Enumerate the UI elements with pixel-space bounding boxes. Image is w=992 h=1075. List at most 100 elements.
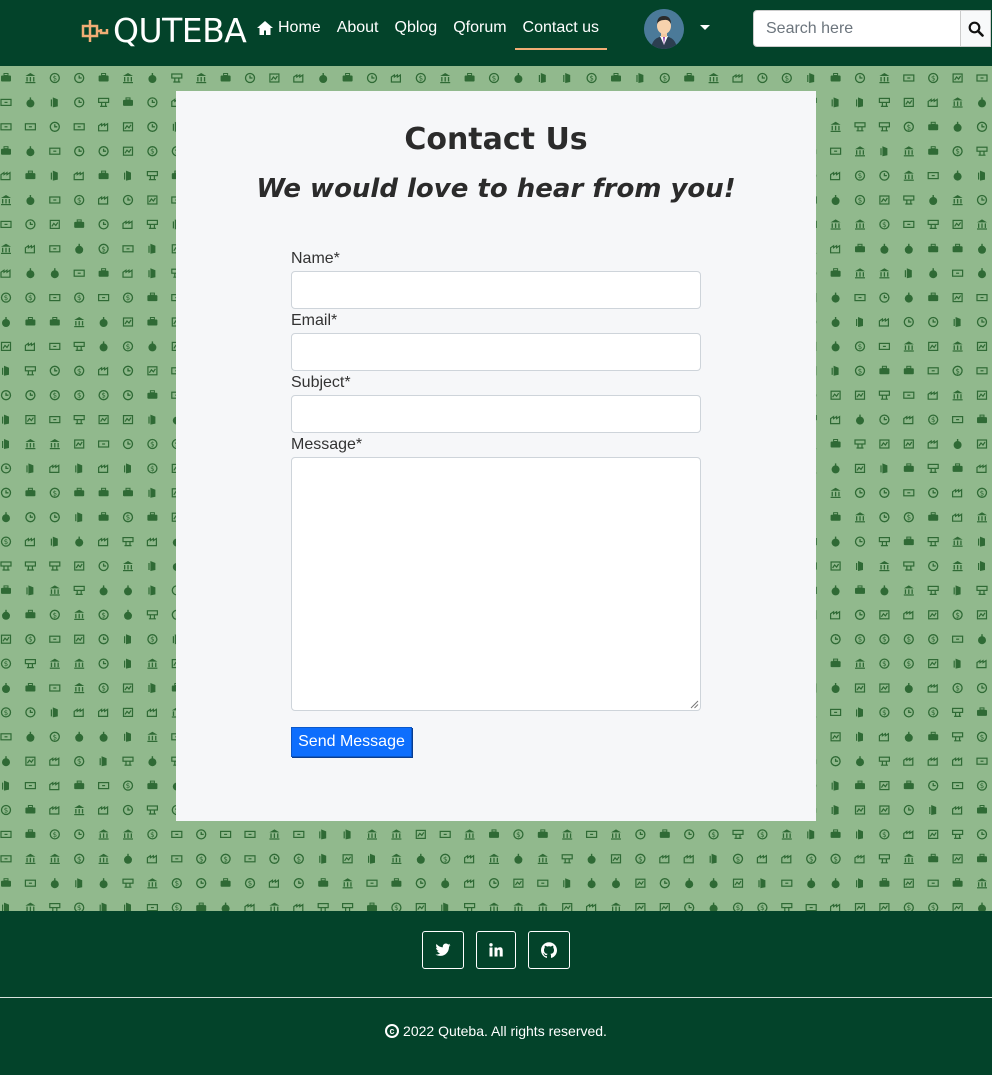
linkedin-link[interactable] [476, 931, 516, 969]
pattern-icon [74, 634, 85, 644]
pattern-icon [732, 829, 744, 840]
pattern-icon [319, 853, 327, 864]
pattern-icon [879, 805, 890, 815]
brand-logo[interactable]: QUTEBA [81, 11, 247, 50]
pattern-icon [878, 878, 890, 888]
pattern-icon [831, 97, 839, 108]
pattern-icon [856, 414, 864, 425]
message-field[interactable] [291, 457, 701, 711]
pattern-icon [561, 854, 573, 864]
pattern-icon [758, 878, 766, 889]
pattern-icon [171, 902, 182, 911]
pattern-icon [854, 902, 866, 911]
pattern-icon [440, 853, 451, 864]
pattern-icon [122, 512, 134, 523]
pattern-icon [146, 537, 157, 547]
pattern-icon [26, 731, 35, 742]
pattern-icon [0, 855, 12, 863]
pattern-icon [831, 341, 840, 352]
pattern-icon [147, 829, 158, 840]
search-input[interactable] [753, 10, 961, 47]
pattern-icon [513, 902, 524, 911]
pattern-icon [99, 585, 108, 596]
pattern-icon [854, 683, 866, 693]
pattern-icon [513, 829, 524, 840]
pattern-icon [25, 853, 36, 864]
search-bar [753, 10, 991, 47]
pattern-icon [74, 72, 85, 84]
pattern-icon [879, 902, 890, 911]
pattern-icon [366, 72, 378, 84]
search-button[interactable] [961, 10, 991, 47]
pattern-icon [98, 219, 109, 230]
pattern-icon [0, 487, 12, 498]
pattern-icon [98, 73, 110, 82]
chevron-down-icon[interactable] [700, 25, 710, 30]
page-title: Contact Us [404, 122, 588, 157]
pattern-icon [0, 634, 12, 644]
pattern-icon [978, 902, 986, 911]
pattern-icon [74, 365, 85, 376]
pattern-icon [830, 487, 841, 498]
nav-item-contact[interactable]: Contact us [514, 0, 608, 50]
pattern-icon [855, 658, 865, 669]
pattern-icon [122, 317, 134, 327]
pattern-icon [880, 585, 889, 596]
pattern-icon [904, 683, 913, 693]
github-link[interactable] [528, 931, 570, 969]
pattern-icon [903, 316, 914, 328]
pattern-icon [0, 658, 12, 669]
pattern-icon [879, 683, 890, 693]
pattern-icon [903, 416, 914, 425]
pattern-icon [878, 756, 891, 766]
pattern-icon [854, 463, 866, 473]
twitter-link[interactable] [422, 931, 464, 969]
pattern-icon [903, 878, 914, 888]
pattern-icon [49, 684, 61, 692]
pattern-icon [196, 829, 207, 840]
pattern-icon [0, 585, 12, 595]
pattern-icon [148, 756, 157, 767]
pattern-icon [293, 74, 304, 83]
pattern-icon [146, 219, 158, 229]
pattern-icon [952, 463, 964, 473]
user-avatar[interactable] [644, 9, 684, 49]
nav-item-about[interactable]: About [337, 0, 379, 50]
pattern-icon [24, 879, 37, 887]
pattern-icon [124, 585, 132, 596]
nav-item-qforum[interactable]: Qforum [453, 0, 506, 50]
pattern-icon [903, 804, 914, 816]
pattern-icon [49, 219, 60, 229]
send-message-button[interactable]: Send Message [291, 727, 412, 757]
pattern-icon [171, 855, 183, 863]
pattern-icon [856, 317, 863, 327]
pattern-icon [829, 416, 841, 425]
nav-item-qblog[interactable]: Qblog [395, 0, 438, 50]
pattern-icon [74, 561, 85, 571]
pattern-icon [49, 317, 61, 326]
nav-item-home[interactable]: Home [256, 0, 321, 50]
email-field[interactable] [291, 333, 701, 371]
pattern-icon [171, 73, 183, 83]
resize-handle-icon[interactable] [690, 700, 699, 709]
pattern-icon [928, 610, 939, 620]
pattern-icon [903, 585, 914, 596]
pattern-icon [147, 878, 158, 889]
pattern-icon [25, 439, 36, 450]
pattern-icon [24, 366, 37, 376]
pattern-icon [976, 805, 988, 814]
pattern-icon [171, 830, 183, 839]
pattern-icon [148, 585, 156, 596]
pattern-icon [123, 829, 133, 840]
subject-field[interactable] [291, 395, 701, 433]
pattern-icon [927, 585, 939, 596]
pattern-icon [952, 609, 963, 620]
pattern-icon [585, 830, 598, 839]
name-field[interactable] [291, 271, 701, 309]
pattern-icon [49, 561, 61, 571]
pattern-icon [24, 805, 36, 814]
pattern-icon [976, 294, 988, 302]
pattern-icon [97, 440, 110, 448]
pattern-icon [50, 707, 58, 718]
pattern-icon [951, 757, 963, 766]
